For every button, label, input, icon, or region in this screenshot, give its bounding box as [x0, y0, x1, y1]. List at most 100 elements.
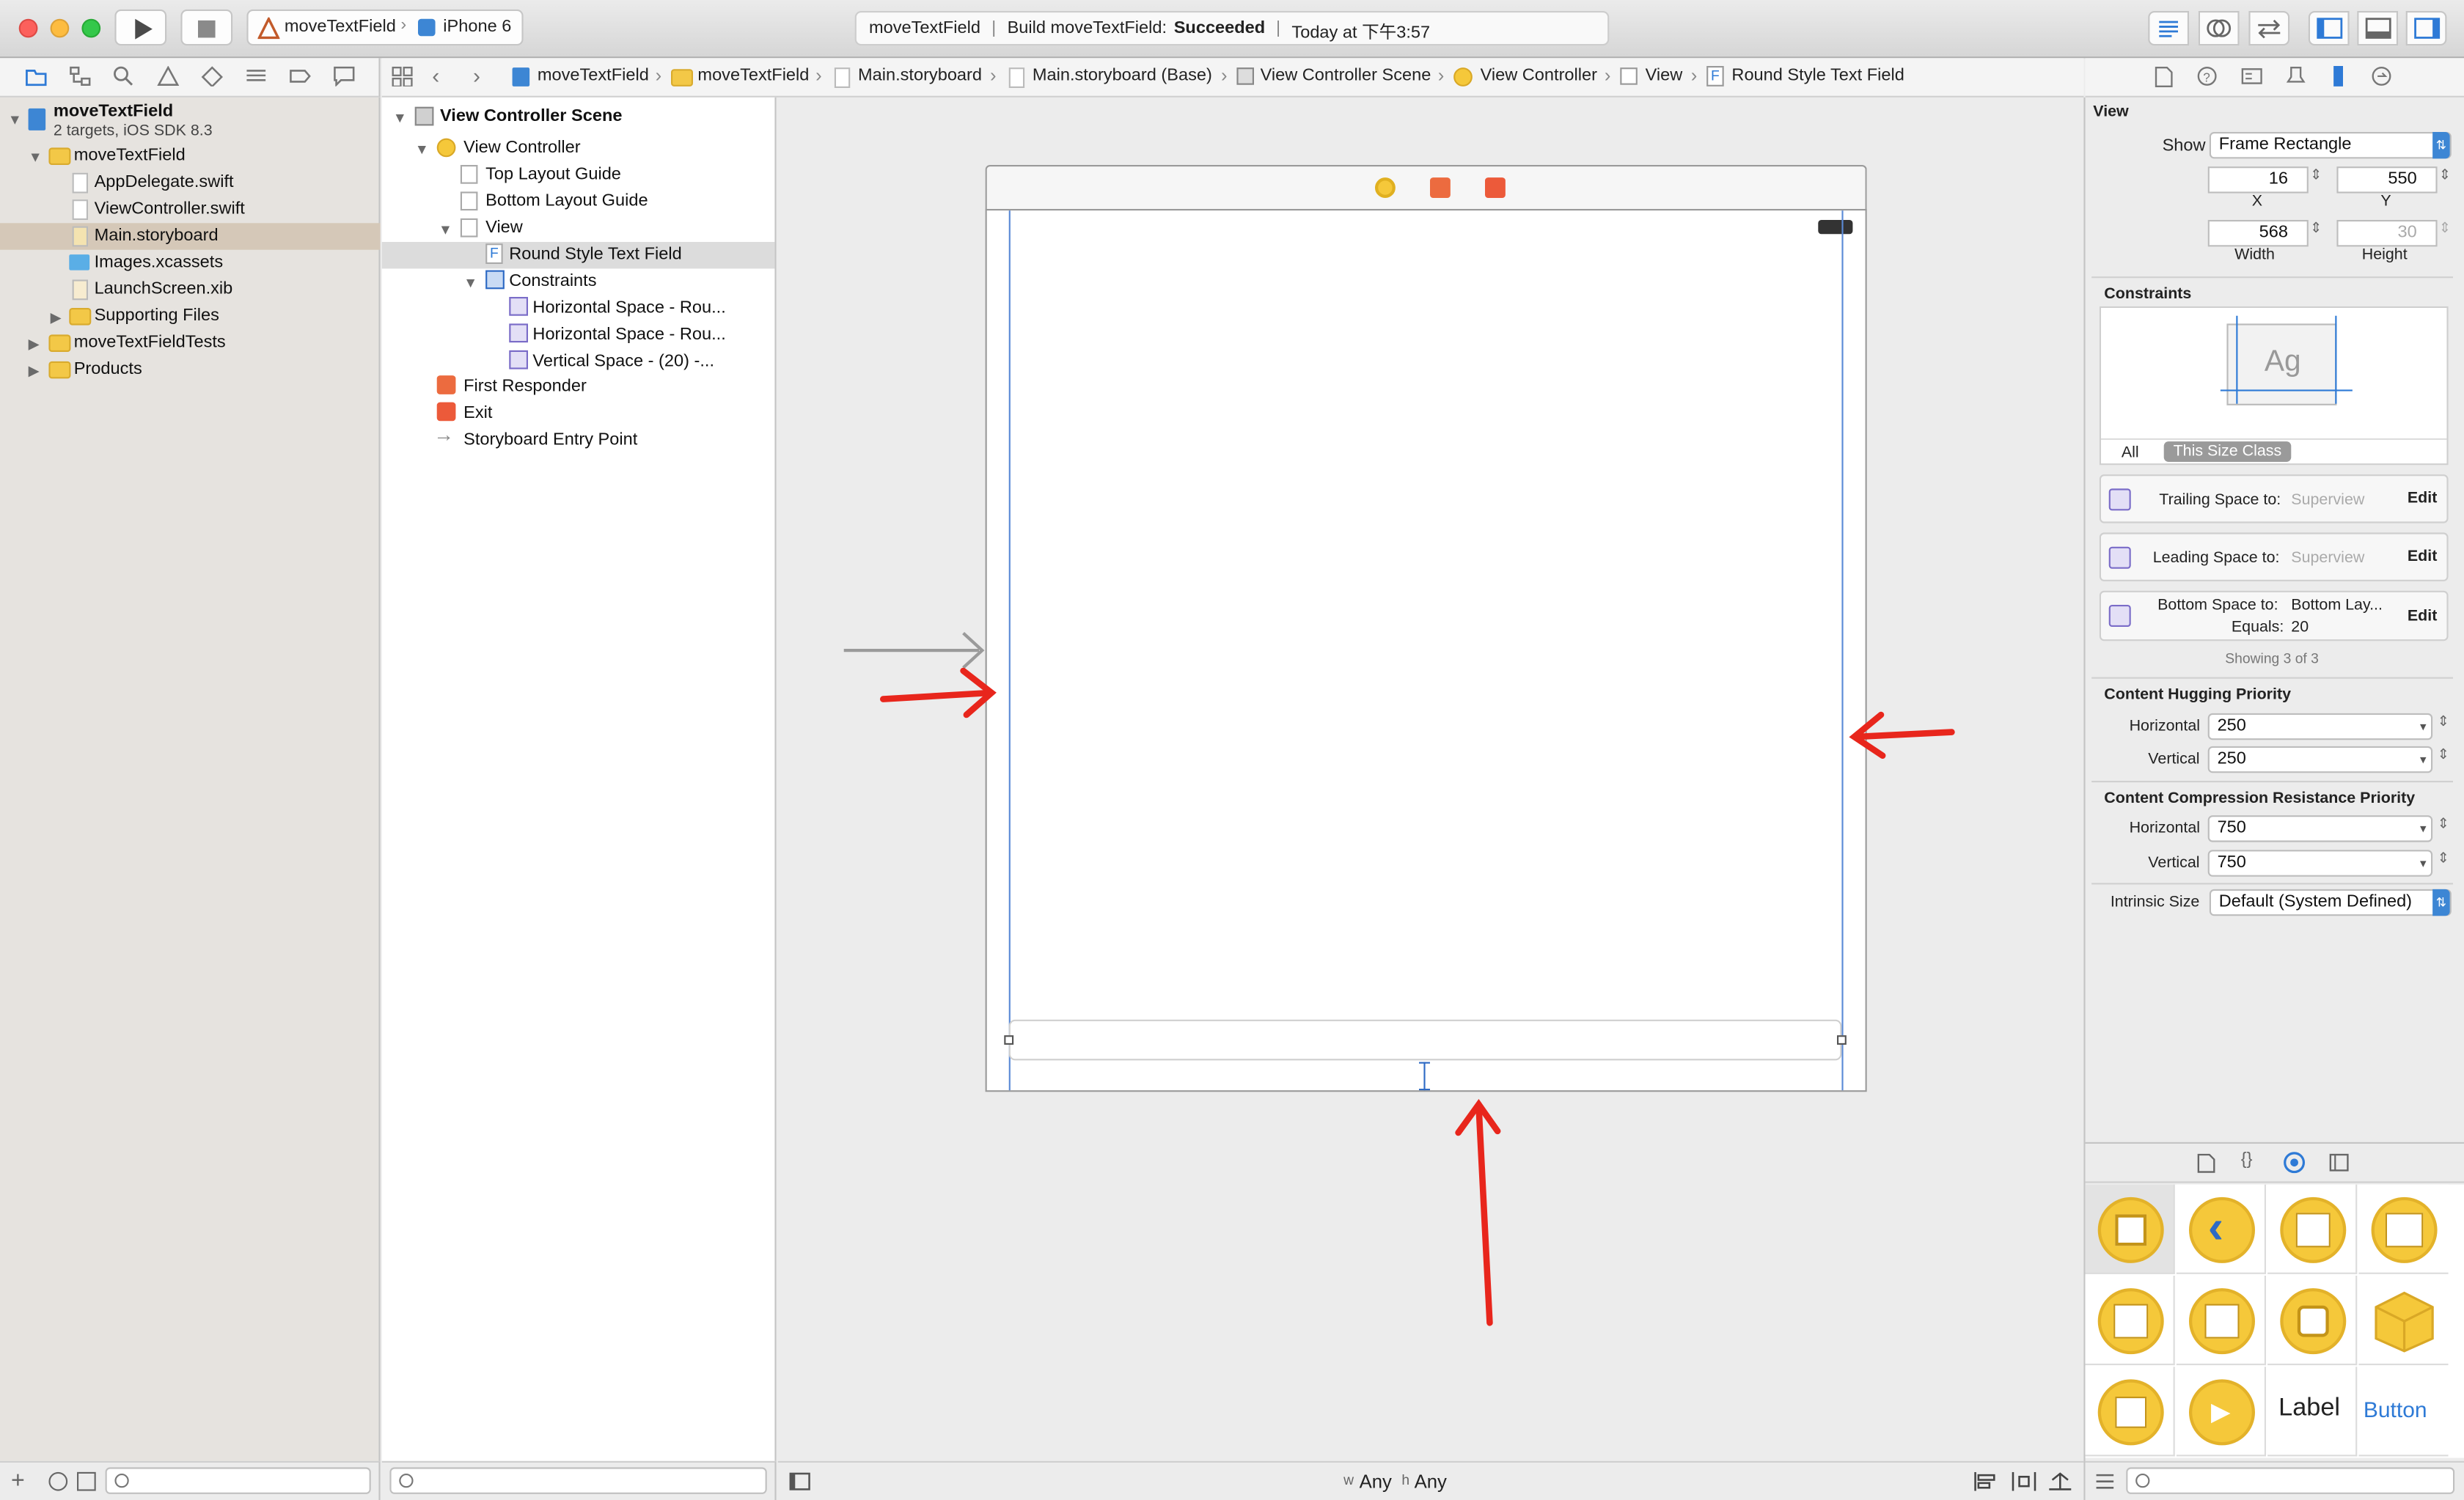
size-class-height[interactable]: Any	[1415, 1471, 1447, 1493]
recent-files-icon[interactable]	[48, 1471, 68, 1491]
standard-editor-button[interactable]	[2148, 11, 2189, 46]
breadcrumb-item[interactable]: Main.storyboard	[858, 66, 982, 85]
navigator-item[interactable]: ▶ Supporting Files	[0, 304, 381, 330]
attributes-inspector-icon[interactable]	[2286, 66, 2306, 88]
align-icon[interactable]	[1973, 1471, 1998, 1491]
constraint-card[interactable]: Bottom Space to: Bottom Lay... Equals: 2…	[2099, 590, 2449, 641]
connections-inspector-icon[interactable]	[2372, 66, 2392, 87]
library-item-view-controller[interactable]	[2085, 1184, 2175, 1274]
compression-h-combo[interactable]: 750 ▾	[2207, 815, 2433, 842]
disclosure-triangle-icon[interactable]: ▼	[29, 150, 43, 165]
library-item-collection-view-controller[interactable]	[2085, 1367, 2175, 1457]
library-search-input[interactable]	[2126, 1467, 2455, 1494]
outline-toggle-icon[interactable]	[789, 1472, 811, 1491]
zoom-window-button[interactable]	[81, 18, 101, 38]
tab-this-size-class[interactable]: This Size Class	[2163, 441, 2292, 462]
library-item-label[interactable]: Label	[2267, 1367, 2358, 1457]
identity-inspector-icon[interactable]	[2241, 66, 2263, 87]
size-class-width[interactable]: Any	[1360, 1471, 1392, 1493]
stepper-icon[interactable]: ⇕	[2310, 166, 2322, 184]
stepper-icon[interactable]: ⇕	[2310, 220, 2322, 238]
outline-item[interactable]: Vertical Space - (20) -...	[532, 352, 714, 371]
project-name[interactable]: moveTextField	[54, 102, 173, 121]
quick-help-icon[interactable]: ?	[2197, 66, 2218, 87]
library-item-table-view-controller[interactable]	[2267, 1184, 2358, 1274]
disclosure-triangle-icon[interactable]: ▼	[393, 110, 407, 125]
outline-item[interactable]: Constraints	[509, 272, 596, 291]
outline-item[interactable]: Horizontal Space - Rou...	[532, 298, 725, 317]
width-field[interactable]: 568	[2207, 220, 2309, 247]
folder-icon[interactable]	[25, 66, 47, 87]
related-items-icon[interactable]	[392, 66, 414, 87]
breadcrumb-item[interactable]: Main.storyboard (Base)	[1033, 66, 1212, 85]
media-library-icon[interactable]	[2329, 1153, 2350, 1172]
navigator-item[interactable]: ▶ moveTextFieldTests	[0, 330, 381, 356]
outline-item[interactable]: View Controller	[463, 139, 580, 158]
height-field[interactable]: 30	[2336, 220, 2438, 247]
library-item-av-player-view-controller[interactable]: ▶	[2176, 1367, 2266, 1457]
search-icon[interactable]	[113, 66, 135, 87]
breadcrumb-item[interactable]: moveTextField	[697, 66, 809, 85]
constraint-card[interactable]: Trailing Space to: Superview Edit	[2099, 474, 2449, 523]
disclosure-triangle-icon[interactable]: ▼	[439, 221, 452, 237]
library-item-page-view-controller[interactable]	[2176, 1276, 2266, 1366]
x-field[interactable]: 16	[2207, 166, 2309, 194]
minimize-window-button[interactable]	[50, 18, 70, 38]
outline-item[interactable]: First Responder	[463, 377, 587, 396]
symbol-navigator-icon[interactable]	[69, 66, 91, 87]
toggle-navigator-button[interactable]	[2308, 11, 2350, 46]
disclosure-triangle-icon[interactable]: ▶	[29, 363, 40, 380]
navigator-item[interactable]: ▼ moveTextField	[0, 143, 381, 169]
hugging-h-combo[interactable]: 250 ▾	[2207, 713, 2433, 740]
disclosure-triangle-icon[interactable]: ▼	[415, 141, 429, 157]
library-item-object[interactable]	[2358, 1276, 2449, 1366]
compression-v-combo[interactable]: 750 ▾	[2207, 850, 2433, 877]
breadcrumb-item[interactable]: View	[1646, 66, 1683, 85]
breakpoint-icon[interactable]	[289, 66, 311, 87]
edit-button[interactable]: Edit	[2408, 608, 2437, 625]
stepper-icon[interactable]: ⇕	[2438, 713, 2449, 731]
outline-item[interactable]: View Controller Scene	[440, 107, 622, 126]
scheme-selector[interactable]: moveTextField › iPhone 6	[246, 9, 524, 46]
navigator-item[interactable]: Images.xcassets	[0, 250, 381, 276]
assistant-editor-button[interactable]	[2198, 11, 2240, 46]
stepper-icon[interactable]: ⇕	[2438, 815, 2449, 833]
library-item-navigation-controller[interactable]: ‹	[2176, 1184, 2266, 1274]
stepper-icon[interactable]: ⇕	[2438, 746, 2449, 764]
scm-status-icon[interactable]	[77, 1471, 96, 1491]
report-icon[interactable]	[333, 66, 355, 87]
forward-arrow-icon[interactable]: ›	[473, 63, 480, 88]
size-inspector-icon[interactable]	[2331, 65, 2346, 88]
list-view-icon[interactable]	[2094, 1472, 2115, 1491]
disclosure-triangle-icon[interactable]: ▶	[29, 337, 40, 354]
file-inspector-icon[interactable]	[2155, 66, 2174, 88]
outline-item[interactable]: Round Style Text Field	[509, 245, 681, 264]
breadcrumb-item[interactable]: View Controller Scene	[1261, 66, 1431, 85]
navigator-item[interactable]: AppDelegate.swift	[0, 169, 381, 196]
disclosure-triangle-icon[interactable]: ▼	[463, 275, 477, 290]
breadcrumb-item[interactable]: moveTextField	[538, 66, 649, 85]
outline-item[interactable]: View	[485, 218, 523, 238]
outline-item[interactable]: Exit	[463, 404, 492, 423]
toggle-debug-area-button[interactable]	[2357, 11, 2398, 46]
hugging-v-combo[interactable]: 250 ▾	[2207, 746, 2433, 773]
stepper-icon[interactable]: ⇕	[2438, 850, 2449, 867]
library-item-split-view-controller[interactable]	[2085, 1276, 2175, 1366]
add-icon[interactable]: +	[11, 1467, 25, 1493]
pin-icon[interactable]	[2012, 1471, 2036, 1491]
file-template-icon[interactable]	[2197, 1153, 2216, 1174]
tab-all[interactable]: All	[2122, 444, 2139, 462]
navigator-search-input[interactable]	[105, 1467, 371, 1494]
breadcrumb-item[interactable]: Round Style Text Field	[1731, 66, 1904, 85]
constraint-card[interactable]: Leading Space to: Superview Edit	[2099, 532, 2449, 581]
outline-item[interactable]: Horizontal Space - Rou...	[532, 326, 725, 345]
outline-search-input[interactable]	[389, 1467, 767, 1494]
disclosure-triangle-icon[interactable]: ▼	[8, 111, 22, 127]
debug-list-icon[interactable]	[245, 66, 267, 87]
outline-item[interactable]: Top Layout Guide	[485, 165, 621, 184]
version-editor-button[interactable]	[2248, 11, 2290, 46]
back-arrow-icon[interactable]: ‹	[432, 63, 439, 88]
resolve-auto-layout-icon[interactable]	[2047, 1472, 2072, 1491]
stop-button[interactable]	[180, 9, 233, 46]
outline-item[interactable]: Storyboard Entry Point	[463, 430, 637, 449]
